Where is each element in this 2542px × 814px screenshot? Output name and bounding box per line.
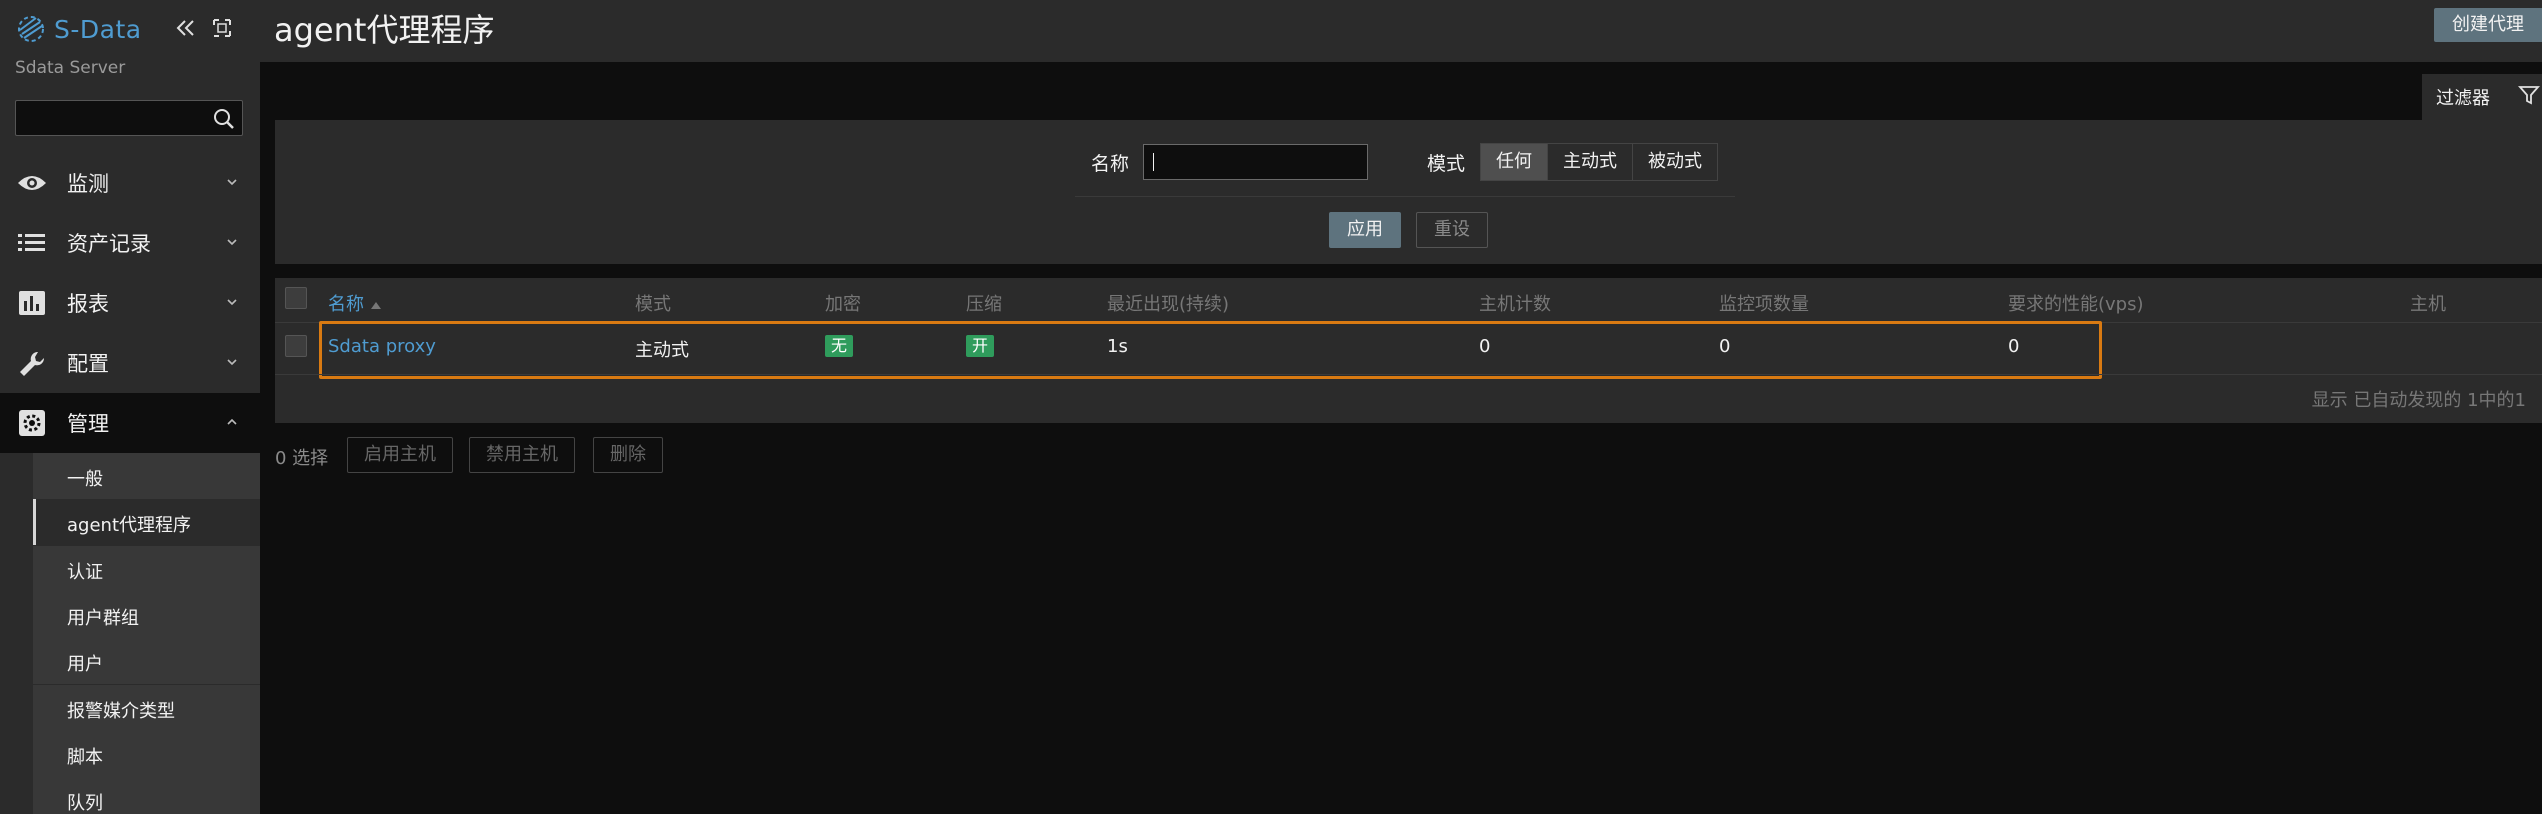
page-title: agent代理程序: [274, 11, 495, 49]
column-header-encryption: 加密: [825, 294, 861, 315]
filter-name-input[interactable]: [1143, 144, 1368, 180]
sidebar-item-label: 脚本: [67, 747, 103, 768]
column-header-required-vps: 要求的性能(vps): [2008, 294, 2144, 315]
column-header-name[interactable]: 名称: [328, 290, 382, 316]
wrench-icon: [20, 351, 45, 376]
app-root: S-Data Sdata Server 监测 资产记录 报表 配置 管理 一般 …: [0, 0, 2542, 814]
sidebar-item-general[interactable]: 一般: [33, 453, 260, 499]
sidebar-item-label: 认证: [67, 562, 103, 583]
kiosk-mode-icon[interactable]: [210, 16, 234, 40]
menu-label: 配置: [67, 352, 109, 376]
menu-configuration[interactable]: 配置: [0, 333, 260, 393]
selected-count: 0 选择: [275, 448, 329, 469]
logo[interactable]: S-Data: [16, 13, 142, 45]
sidebar-item-proxies[interactable]: agent代理程序: [33, 499, 260, 545]
sidebar-item-label: 一般: [67, 469, 103, 490]
enable-hosts-button[interactable]: 启用主机: [347, 437, 453, 473]
server-name: Sdata Server: [15, 58, 126, 78]
chevron-down-icon: [227, 239, 237, 246]
proxies-table: 名称 模式 加密 压缩 最近出现(持续) 主机计数 监控项数量 要求的性能(vp…: [275, 278, 2542, 423]
sidebar-item-media-types[interactable]: 报警媒介类型: [33, 685, 260, 731]
mode-option-passive[interactable]: 被动式: [1633, 144, 1717, 180]
mode-option-any[interactable]: 任何: [1481, 144, 1548, 180]
menu-monitoring[interactable]: 监测: [0, 153, 260, 213]
sidebar-item-authentication[interactable]: 认证: [33, 546, 260, 592]
filter-mode-label: 模式: [1427, 153, 1466, 175]
filter-tab[interactable]: 过滤器: [2422, 74, 2542, 120]
sidebar-search-input[interactable]: [15, 100, 243, 136]
sort-asc-icon: [370, 302, 381, 309]
menu-label: 管理: [67, 412, 109, 436]
sidebar-item-label: 队列: [67, 793, 103, 814]
create-proxy-button[interactable]: 创建代理: [2434, 8, 2542, 42]
apply-button[interactable]: 应用: [1329, 212, 1401, 248]
sidebar-item-label: 报警媒介类型: [67, 701, 175, 722]
sidebar-item-label: 用户群组: [67, 608, 139, 629]
logo-text: S-Data: [54, 14, 142, 44]
bar-chart-icon: [19, 291, 45, 315]
filter-divider: [1075, 196, 1735, 197]
header: agent代理程序 创建代理: [260, 0, 2542, 62]
row-checkbox[interactable]: [285, 335, 307, 357]
disable-hosts-button[interactable]: 禁用主机: [469, 437, 575, 473]
filter-name-label: 名称: [1091, 153, 1130, 175]
column-header-label: 名称: [328, 294, 364, 315]
sidebar-item-label: 用户: [67, 654, 103, 675]
sidebar-item-users[interactable]: 用户: [33, 638, 260, 684]
menu-administration[interactable]: 管理: [0, 393, 260, 453]
column-header-mode: 模式: [635, 294, 671, 315]
logo-icon: [18, 16, 44, 42]
displayed-count: 显示 已自动发现的 1中的1: [2311, 390, 2526, 411]
mode-option-active[interactable]: 主动式: [1548, 144, 1633, 180]
column-header-compression: 压缩: [966, 294, 1002, 315]
eye-icon: [18, 176, 46, 190]
chevron-up-icon: [227, 418, 237, 425]
row-highlight-outline: [319, 321, 2102, 379]
text-caret: [1153, 153, 1154, 171]
sidebar: S-Data Sdata Server 监测 资产记录 报表 配置 管理 一般 …: [0, 0, 260, 814]
menu-label: 资产记录: [67, 232, 151, 256]
sidebar-item-label: agent代理程序: [67, 515, 191, 536]
reset-button[interactable]: 重设: [1416, 212, 1488, 248]
column-header-item-count: 监控项数量: [1719, 294, 1809, 315]
chevron-down-icon: [227, 179, 237, 186]
sidebar-item-user-groups[interactable]: 用户群组: [33, 592, 260, 638]
collapse-sidebar-icon[interactable]: [174, 16, 198, 40]
menu-label: 监测: [67, 172, 109, 196]
column-header-host-count: 主机计数: [1479, 294, 1551, 315]
column-header-hosts: 主机: [2410, 294, 2446, 315]
menu-label: 报表: [67, 292, 109, 316]
filter-icon: [2518, 86, 2540, 105]
sidebar-item-queue[interactable]: 队列: [33, 777, 260, 814]
select-all-checkbox[interactable]: [285, 287, 307, 309]
row-divider: [275, 374, 2542, 375]
chevron-down-icon: [227, 299, 237, 306]
filter-mode-segmented: 任何 主动式 被动式: [1480, 143, 1718, 181]
chevron-down-icon: [227, 359, 237, 366]
filter-tab-label: 过滤器: [2436, 88, 2490, 109]
filter-panel: 名称 模式 任何 主动式 被动式 应用 重设: [275, 120, 2542, 264]
menu-inventory[interactable]: 资产记录: [0, 213, 260, 273]
delete-button[interactable]: 删除: [593, 437, 663, 473]
search-icon[interactable]: [212, 107, 236, 131]
gear-icon: [19, 410, 45, 436]
list-icon: [18, 234, 45, 251]
column-header-last-seen: 最近出现(持续): [1107, 294, 1230, 315]
menu-reports[interactable]: 报表: [0, 273, 260, 333]
sidebar-item-scripts[interactable]: 脚本: [33, 731, 260, 777]
